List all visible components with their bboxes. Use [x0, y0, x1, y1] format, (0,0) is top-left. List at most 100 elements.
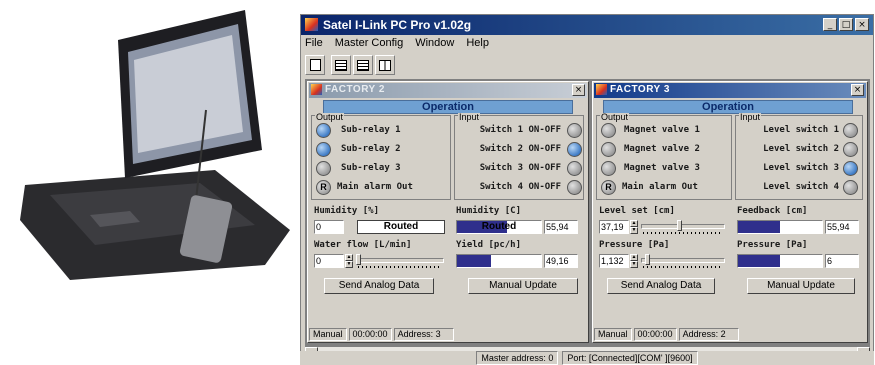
output-label: Sub-relay 3 — [341, 163, 401, 173]
spin-down-icon[interactable]: ▼ — [630, 261, 638, 268]
pressure-in-bar — [737, 254, 823, 268]
pressure-out-slider[interactable] — [641, 254, 725, 268]
yield-bar — [456, 254, 542, 268]
menu-file[interactable]: File — [303, 37, 325, 53]
spin-down-icon[interactable]: ▼ — [345, 261, 353, 268]
tile-vertical-button[interactable] — [353, 55, 373, 75]
slider-ticks — [358, 266, 442, 268]
slider-track — [641, 258, 725, 263]
yield-value[interactable]: 49,16 — [544, 254, 578, 268]
menu-master-config[interactable]: Master Config — [333, 37, 405, 53]
water-flow-label: Water flow [L/min] — [314, 240, 412, 250]
close-button[interactable]: × — [855, 18, 869, 31]
input-led — [843, 141, 858, 157]
slider-ticks — [643, 232, 723, 234]
factory3-input-row: Level switch 4 — [743, 178, 858, 196]
factory2-input-row: Switch 2 ON-OFF — [461, 140, 582, 158]
factory2-input-row: Switch 3 ON-OFF — [461, 159, 582, 177]
factory3-window[interactable]: FACTORY 3 × Operation Output Input Magne… — [592, 81, 868, 343]
alarm-reset-led[interactable]: R — [601, 179, 616, 195]
tile-horizontal-icon — [335, 59, 347, 71]
send-analog-data-button[interactable]: Send Analog Data — [607, 278, 715, 294]
factory2-output-row[interactable]: Sub-relay 3 — [316, 159, 401, 177]
main-status-bar: Master address: 0 Port: [Connected][COM'… — [300, 351, 874, 365]
input-led — [843, 179, 858, 195]
humidity-pct-status: Routed — [357, 220, 445, 234]
factory2-title: FACTORY 2 — [325, 84, 385, 95]
manual-update-button[interactable]: Manual Update — [468, 278, 578, 294]
feedback-value[interactable]: 55,94 — [825, 220, 859, 234]
humidity-pct-label: Humidity [%] — [314, 206, 380, 216]
slider-thumb[interactable] — [645, 254, 650, 265]
master-address-status: Master address: 0 — [476, 351, 559, 365]
water-flow-slider[interactable] — [356, 254, 444, 268]
title-bar: Satel I-Link PC Pro v1.02g _ □ × — [301, 15, 873, 35]
output-label: Magnet valve 1 — [624, 125, 700, 135]
output-label: Magnet valve 2 — [624, 144, 700, 154]
factory2-close-button[interactable]: × — [572, 84, 585, 96]
menu-help[interactable]: Help — [464, 37, 491, 53]
slider-thumb[interactable] — [356, 254, 361, 265]
slider-track — [641, 224, 725, 229]
factory3-operation-header: Operation — [603, 100, 853, 114]
app-window: Satel I-Link PC Pro v1.02g _ □ × File Ma… — [300, 14, 874, 364]
cascade-icon — [357, 59, 369, 71]
output-label: Main alarm Out — [622, 182, 698, 192]
factory2-output-row[interactable]: R Main alarm Out — [316, 178, 413, 196]
factory3-title: FACTORY 3 — [610, 84, 670, 95]
factory2-output-row[interactable]: Sub-relay 2 — [316, 140, 401, 158]
factory2-output-row[interactable]: Sub-relay 1 — [316, 121, 401, 139]
input-label: Switch 4 ON-OFF — [479, 182, 561, 192]
level-set-spinner[interactable]: ▲ ▼ — [630, 220, 638, 234]
spin-down-icon[interactable]: ▼ — [630, 227, 638, 234]
spin-up-icon[interactable]: ▲ — [345, 254, 353, 261]
maximize-button[interactable]: □ — [839, 18, 853, 31]
factory2-window[interactable]: FACTORY 2 × Operation Output Input Sub-r… — [307, 81, 589, 343]
minimize-button[interactable]: _ — [823, 18, 837, 31]
menu-window[interactable]: Window — [413, 37, 456, 53]
spin-up-icon[interactable]: ▲ — [630, 220, 638, 227]
time-status: 00:00:00 — [348, 328, 392, 341]
relay-led[interactable] — [316, 141, 331, 157]
humidity-pct-value[interactable]: 0 — [314, 220, 344, 234]
input-label: Switch 2 ON-OFF — [479, 144, 561, 154]
send-analog-data-button[interactable]: Send Analog Data — [324, 278, 434, 294]
level-set-slider[interactable] — [641, 220, 725, 234]
valve-led[interactable] — [601, 160, 616, 176]
factory3-titlebar[interactable]: FACTORY 3 × — [594, 83, 866, 98]
manual-update-button[interactable]: Manual Update — [747, 278, 855, 294]
menu-bar: File Master Config Window Help — [303, 37, 491, 53]
input-led — [843, 122, 858, 138]
tile-horizontal-button[interactable] — [331, 55, 351, 75]
input-led — [567, 160, 582, 176]
pressure-out-spinner[interactable]: ▲ ▼ — [630, 254, 638, 268]
input-label: Level switch 3 — [763, 163, 839, 173]
valve-led[interactable] — [601, 141, 616, 157]
output-label: Sub-relay 1 — [341, 125, 401, 135]
valve-led[interactable] — [601, 122, 616, 138]
factory3-output-row[interactable]: Magnet valve 3 — [601, 159, 700, 177]
factory2-titlebar[interactable]: FACTORY 2 × — [309, 83, 587, 98]
alarm-reset-led[interactable]: R — [316, 179, 331, 195]
factory3-output-row[interactable]: R Main alarm Out — [601, 178, 698, 196]
water-flow-value[interactable]: 0 — [314, 254, 344, 268]
laptop-photo — [20, 10, 290, 280]
water-flow-spinner[interactable]: ▲ ▼ — [345, 254, 353, 268]
tile-vertical-button-2[interactable] — [375, 55, 395, 75]
slider-thumb[interactable] — [677, 220, 682, 231]
level-set-value[interactable]: 37,19 — [599, 220, 629, 234]
output-label: Main alarm Out — [337, 182, 413, 192]
output-label: Magnet valve 3 — [624, 163, 700, 173]
factory3-output-row[interactable]: Magnet valve 1 — [601, 121, 700, 139]
spin-up-icon[interactable]: ▲ — [630, 254, 638, 261]
new-document-button[interactable] — [305, 55, 325, 75]
input-label: Switch 1 ON-OFF — [479, 125, 561, 135]
relay-led[interactable] — [316, 160, 331, 176]
factory3-close-button[interactable]: × — [851, 84, 864, 96]
input-led — [567, 179, 582, 195]
pressure-in-value[interactable]: 6 — [825, 254, 859, 268]
pressure-out-value[interactable]: 1,132 — [599, 254, 629, 268]
relay-led[interactable] — [316, 122, 331, 138]
humidity-c-value[interactable]: 55,94 — [544, 220, 578, 234]
factory3-output-row[interactable]: Magnet valve 2 — [601, 140, 700, 158]
